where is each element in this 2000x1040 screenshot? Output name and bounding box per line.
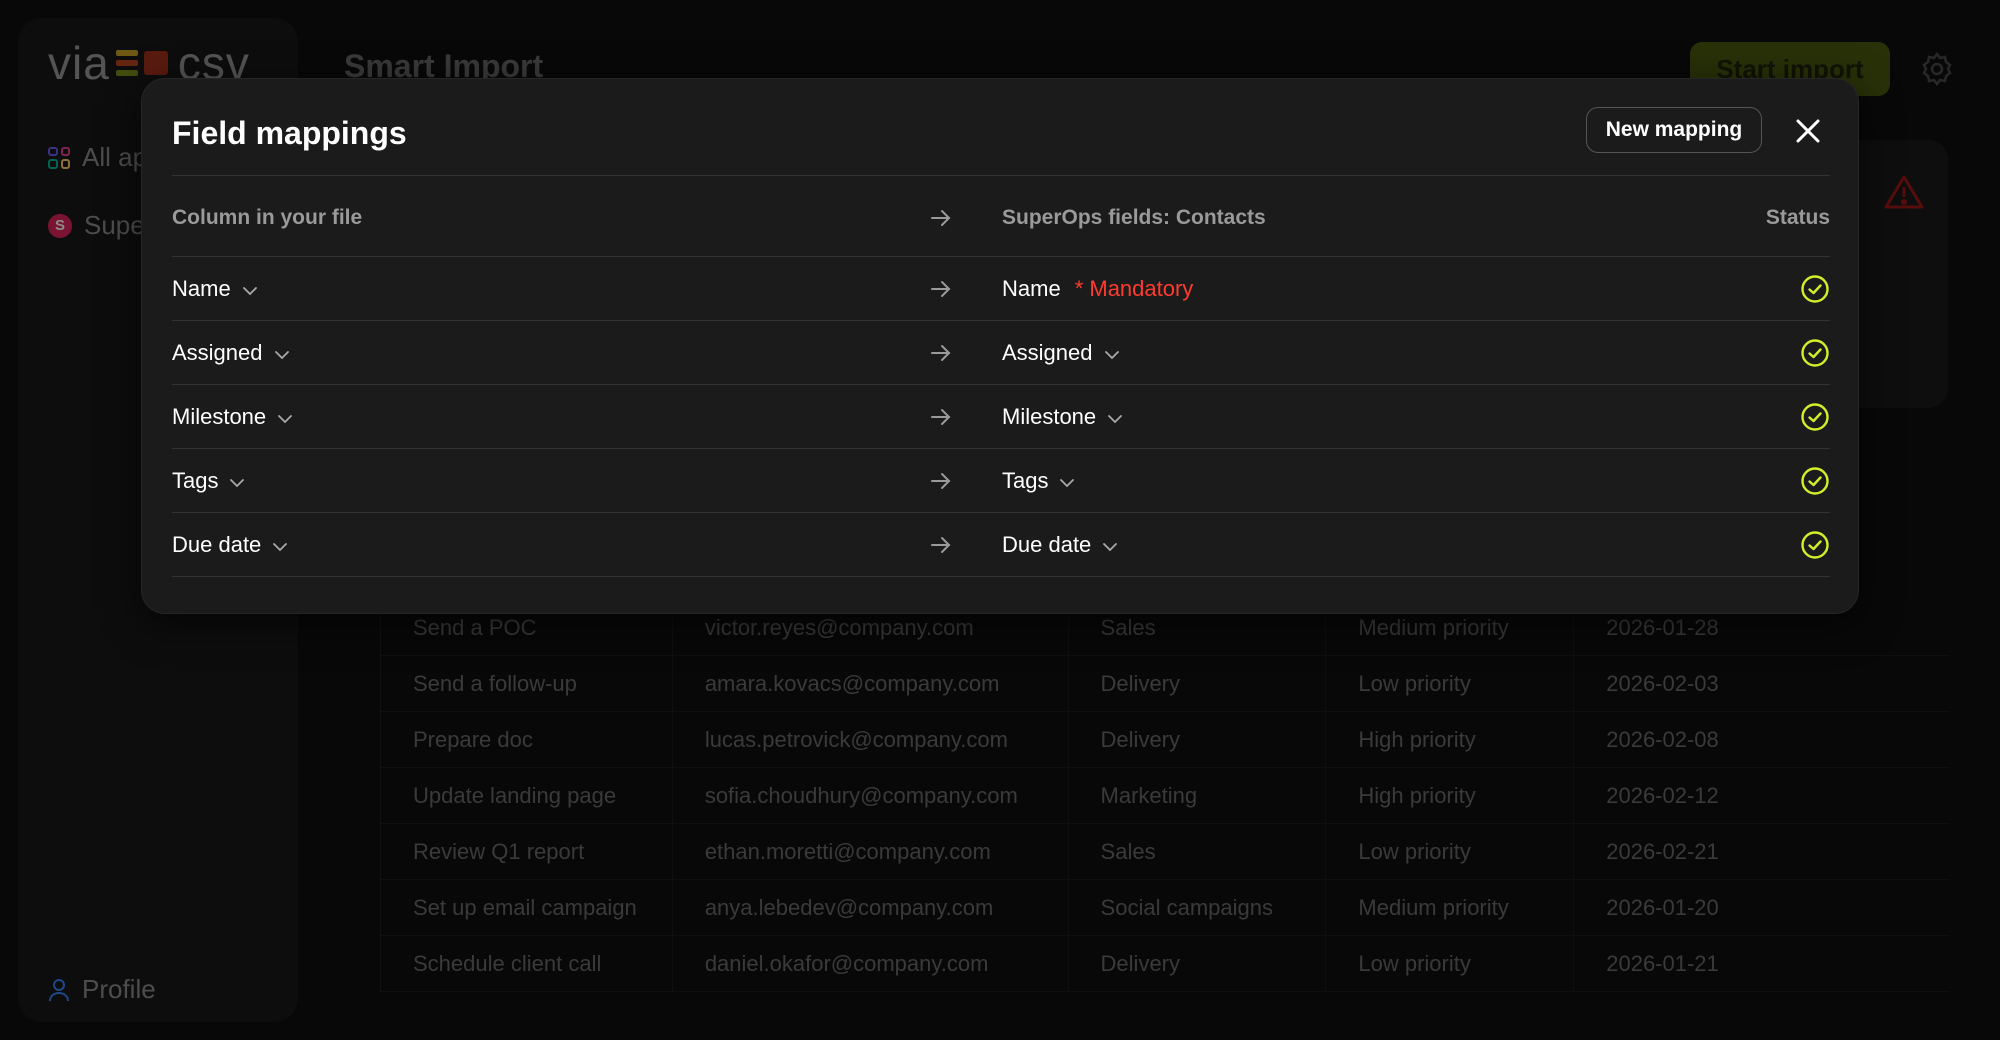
mapping-row: Due date Due date (172, 513, 1830, 577)
close-button[interactable] (1792, 115, 1824, 147)
target-field-label: Assigned (1002, 339, 1093, 365)
mapping-table-header: Column in your file SuperOps fields: Con… (172, 179, 1830, 257)
target-field-dropdown: Name * Mandatory (1002, 257, 1193, 320)
source-column-dropdown[interactable]: Milestone (172, 385, 294, 448)
arrow-right-icon (931, 344, 951, 361)
source-column-label: Due date (172, 531, 262, 557)
new-mapping-button[interactable]: New mapping (1586, 107, 1762, 153)
source-column-label: Tags (172, 467, 219, 493)
chevron-down-icon (1108, 414, 1123, 423)
header-superops-fields: SuperOps fields: Contacts (1002, 205, 1266, 229)
chevron-down-icon (273, 542, 288, 551)
chevron-down-icon (278, 414, 293, 423)
source-column-dropdown[interactable]: Due date (172, 513, 289, 576)
arrow-right-icon (931, 536, 951, 553)
divider (172, 175, 1830, 176)
target-field-label: Due date (1002, 531, 1092, 557)
mapping-row: Assigned Assigned (172, 321, 1830, 385)
status-cell (1800, 449, 1830, 512)
check-circle-icon (1801, 402, 1829, 431)
mandatory-label: * Mandatory (1074, 275, 1194, 301)
status-cell (1800, 385, 1830, 448)
chevron-down-icon (242, 286, 257, 295)
arrow-right-icon (931, 209, 951, 226)
source-column-dropdown[interactable]: Name (172, 257, 259, 320)
chevron-down-icon (274, 350, 289, 359)
arrow-right-icon (931, 472, 951, 489)
source-column-label: Milestone (172, 403, 267, 429)
source-column-dropdown[interactable]: Tags (172, 449, 246, 512)
target-field-dropdown[interactable]: Tags (1002, 449, 1076, 512)
check-circle-icon (1801, 466, 1829, 495)
source-column-label: Name (172, 275, 231, 301)
chevron-down-icon (1103, 542, 1118, 551)
close-icon (1796, 119, 1820, 143)
check-circle-icon (1801, 530, 1829, 559)
target-field-label: Tags (1002, 467, 1049, 493)
mapping-row: Name Name * Mandatory (172, 257, 1830, 321)
chevron-down-icon (1104, 350, 1119, 359)
check-circle-icon (1801, 338, 1829, 367)
source-column-label: Assigned (172, 339, 263, 365)
target-field-label: Name (1002, 275, 1061, 301)
target-field-label: Milestone (1002, 403, 1097, 429)
status-cell (1800, 513, 1830, 576)
target-field-dropdown[interactable]: Milestone (1002, 385, 1124, 448)
status-cell (1800, 257, 1830, 320)
arrow-right-icon (931, 408, 951, 425)
status-cell (1800, 321, 1830, 384)
header-status: Status (1765, 205, 1830, 229)
mapping-table: Column in your file SuperOps fields: Con… (172, 179, 1830, 577)
chevron-down-icon (1060, 478, 1075, 487)
source-column-dropdown[interactable]: Assigned (172, 321, 291, 384)
check-circle-icon (1801, 274, 1829, 303)
arrow-right-icon (931, 280, 951, 297)
modal-title: Field mappings (172, 115, 407, 151)
field-mappings-modal: Field mappings New mapping Column in you… (141, 78, 1859, 614)
mapping-row: Milestone Milestone (172, 385, 1830, 449)
mapping-row: Tags Tags (172, 449, 1830, 513)
target-field-dropdown[interactable]: Assigned (1002, 321, 1121, 384)
chevron-down-icon (230, 478, 245, 487)
header-column-in-file: Column in your file (172, 205, 363, 229)
target-field-dropdown[interactable]: Due date (1002, 513, 1119, 576)
